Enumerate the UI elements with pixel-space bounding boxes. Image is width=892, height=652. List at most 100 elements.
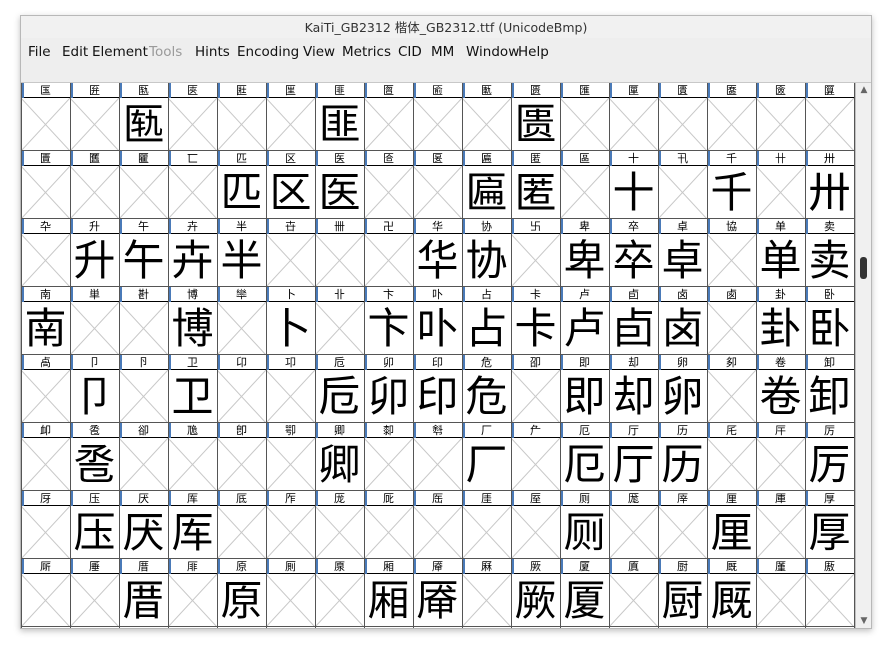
glyph-cell[interactable]: 卸卸 [805,355,854,423]
glyph-cell[interactable]: 厣厣 [413,559,462,627]
glyph-cell[interactable]: 卅卅 [805,151,854,219]
glyph-cell[interactable]: 厗 [658,491,707,559]
glyph-cell[interactable]: 単 [70,287,119,355]
glyph-cell[interactable]: 厄厄 [560,423,609,491]
glyph-cell[interactable]: 厛 [21,559,70,627]
glyph-cell[interactable]: 卵卵 [658,355,707,423]
glyph-cell[interactable]: 卛 [217,287,266,355]
glyph-cell[interactable]: 卷卷 [756,355,805,423]
menu-help[interactable]: Help [518,44,549,60]
glyph-cell[interactable]: 卺卺 [70,423,119,491]
glyph-cell[interactable]: 卽 [217,423,266,491]
glyph-cell[interactable]: 卻 [119,423,168,491]
glyph-cell[interactable]: 占占 [462,287,511,355]
glyph-cell[interactable]: 印印 [413,355,462,423]
glyph-cell[interactable]: 匾匾 [462,151,511,219]
glyph-cell[interactable]: 医医 [315,151,364,219]
glyph-cell[interactable]: 华华 [413,219,462,287]
glyph-cell[interactable]: 厨厨 [658,559,707,627]
glyph-cell[interactable]: 卩卩 [70,355,119,423]
glyph-cell[interactable]: 厠 [266,559,315,627]
glyph-cell[interactable]: 厈 [756,423,805,491]
glyph-cell[interactable]: 厡 [315,559,364,627]
glyph-cell[interactable]: 匦匦 [119,83,168,151]
glyph-cell[interactable]: 卆 [21,219,70,287]
glyph-cell[interactable]: 匫 [364,83,413,151]
menu-element[interactable]: Element [92,44,148,60]
glyph-cell[interactable]: 卣卣 [609,287,658,355]
glyph-cell[interactable]: 厚厚 [805,491,854,559]
glyph-cell[interactable]: 厞 [168,559,217,627]
glyph-cell[interactable]: 匤 [21,83,70,151]
glyph-cell[interactable]: 原原 [217,559,266,627]
glyph-cell[interactable]: 单单 [756,219,805,287]
menu-window[interactable]: Window [466,44,519,60]
glyph-cell[interactable]: 卲 [511,355,560,423]
glyph-cell[interactable]: 半半 [217,219,266,287]
glyph-cell[interactable]: 厪 [756,559,805,627]
glyph-cell[interactable]: 卞卞 [364,287,413,355]
glyph-cell[interactable]: 匹匹 [217,151,266,219]
glyph-cell[interactable]: 匼 [364,151,413,219]
menu-edit[interactable]: Edit [62,44,88,60]
glyph-cell[interactable]: 厧 [609,559,658,627]
scroll-up-arrow-icon[interactable]: ▲ [856,83,871,97]
glyph-cell[interactable]: 厫 [805,559,854,627]
glyph-cell[interactable]: 厏 [266,491,315,559]
glyph-cell[interactable]: 厑 [364,491,413,559]
glyph-cell[interactable]: 卶 [707,355,756,423]
glyph-cell[interactable]: 卡卡 [511,287,560,355]
menu-mm[interactable]: MM [431,44,454,60]
glyph-cell[interactable]: 升升 [70,219,119,287]
glyph-cell[interactable]: 厍厍 [168,491,217,559]
glyph-cell[interactable]: 厤 [462,559,511,627]
glyph-cell[interactable]: 厕厕 [560,491,609,559]
glyph-cell[interactable]: 卂 [658,151,707,219]
glyph-cell[interactable]: 厀 [364,423,413,491]
glyph-cell[interactable]: 卥 [707,287,756,355]
glyph-cell[interactable]: 历历 [658,423,707,491]
glyph-cell[interactable]: 區 [560,151,609,219]
glyph-cell[interactable]: 卋 [266,219,315,287]
glyph-cell[interactable]: 匭 [462,83,511,151]
menu-view[interactable]: View [303,44,335,60]
glyph-cell[interactable]: 厢厢 [364,559,413,627]
glyph-cell[interactable]: 匪匪 [315,83,364,151]
glyph-cell[interactable]: 厔 [511,491,560,559]
glyph-cell[interactable]: 匨 [217,83,266,151]
glyph-cell[interactable]: 南南 [21,287,70,355]
menu-cid[interactable]: CID [398,44,422,60]
glyph-cell[interactable]: 厘厘 [707,491,756,559]
glyph-cell[interactable]: 厖 [609,491,658,559]
menu-hints[interactable]: Hints [195,44,230,60]
glyph-cell[interactable]: 匽 [413,151,462,219]
glyph-cell[interactable]: 匳 [756,83,805,151]
glyph-cell[interactable]: 匥 [70,83,119,151]
vertical-scrollbar[interactable]: ▲ ▼ [855,83,871,628]
glyph-cell[interactable]: 卮卮 [315,355,364,423]
glyph-cell[interactable]: 卉卉 [168,219,217,287]
glyph-cell[interactable]: 卄 [756,151,805,219]
glyph-cell[interactable]: 危危 [462,355,511,423]
glyph-cell[interactable]: 协协 [462,219,511,287]
glyph-cell[interactable]: 卫卫 [168,355,217,423]
glyph-cell[interactable]: 卐 [511,219,560,287]
glyph-cell[interactable]: 卢卢 [560,287,609,355]
glyph-cell[interactable]: 即即 [560,355,609,423]
glyph-cell[interactable]: 卖卖 [805,219,854,287]
glyph-cell[interactable]: 厎 [217,491,266,559]
glyph-cell[interactable]: 厁 [413,423,462,491]
glyph-cell[interactable]: 協 [707,219,756,287]
glyph-cell[interactable]: 匲 [707,83,756,151]
glyph-cell[interactable]: 卼 [168,423,217,491]
glyph-cell[interactable]: 卬 [217,355,266,423]
glyph-cell[interactable]: 匱 [658,83,707,151]
glyph-cell[interactable]: 卓卓 [658,219,707,287]
glyph-cell[interactable]: 卪 [119,355,168,423]
glyph-cell[interactable]: 匴 [805,83,854,151]
glyph-cell[interactable]: 匵 [21,151,70,219]
glyph-cell[interactable]: 卟卟 [413,287,462,355]
glyph-cell[interactable]: 匧 [168,83,217,151]
glyph-cell[interactable]: 卭 [266,355,315,423]
glyph-cell[interactable]: 厊 [21,491,70,559]
